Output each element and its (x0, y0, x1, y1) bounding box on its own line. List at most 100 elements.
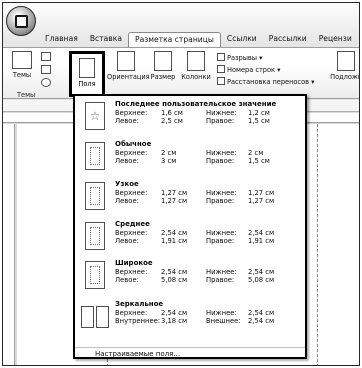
preset-bottom-label: Нижнее: (206, 109, 237, 117)
preset-name: Среднее (115, 220, 150, 228)
preset-name: Зеркальное (115, 300, 164, 308)
watermark-label: Подложк (330, 73, 360, 81)
preset-left-value: 3 см (161, 157, 177, 165)
preset-top-value: 2 см (161, 149, 177, 157)
title-bar: Главная Вставка Разметка страницы Ссылки… (3, 3, 359, 48)
theme-fonts-button[interactable] (41, 65, 51, 74)
preset-top-value: 1,6 см (161, 109, 183, 117)
preset-right-value: 1,91 см (248, 237, 275, 245)
preset-top-value: 2,54 см (161, 309, 188, 317)
margin-preset-item[interactable]: Среднее Верхнее: 2,54 см Нижнее: 2,54 см Лево… (75, 220, 305, 260)
preset-bottom-value: 1,27 см (248, 189, 275, 197)
preset-right-value: 1,5 см (248, 117, 270, 125)
ribbon-tabs: Главная Вставка Разметка страницы Ссылки… (39, 32, 358, 48)
preset-right-label: Внешнее: (206, 317, 241, 325)
size-icon (154, 51, 172, 71)
preset-name: Обычное (115, 140, 152, 148)
preset-bottom-value: 2 см (248, 149, 264, 157)
margins-label: Поля (78, 80, 96, 88)
hyphenation-icon (217, 77, 225, 85)
margin-preset-item[interactable]: Зеркальное Верхнее: 2,54 см Нижнее: 2,54 см В… (75, 300, 305, 340)
preset-name: Широкое (115, 259, 153, 267)
custom-margins-button[interactable]: Настраиваемые поля... (95, 350, 180, 358)
preset-top-label: Верхнее: (115, 189, 148, 197)
tab-mailings[interactable]: Рассылки (263, 32, 313, 47)
office-button[interactable] (6, 6, 36, 36)
preset-top-label: Верхнее: (115, 149, 148, 157)
preset-name: Последнее пользовательское значение (115, 100, 277, 108)
size-button[interactable]: Размер (148, 51, 178, 81)
theme-effects-button[interactable] (41, 78, 51, 87)
star-page-icon: ☆ (85, 102, 105, 130)
preset-bottom-label: Нижнее: (206, 268, 237, 276)
tab-page-layout[interactable]: Разметка страницы (128, 32, 221, 47)
orientation-button[interactable]: Ориентация (107, 51, 150, 81)
preset-bottom-label: Нижнее: (206, 189, 237, 197)
margin-guide (317, 124, 318, 365)
preset-top-label: Верхнее: (115, 268, 148, 276)
line-numbers-icon (217, 65, 225, 73)
preset-left-value: 1,27 см (161, 197, 188, 205)
preset-right-label: Правое: (206, 237, 235, 245)
tab-review[interactable]: Рецензи (313, 32, 358, 47)
watermark-button[interactable]: Подложк (329, 51, 360, 81)
margins-button[interactable]: Поля (69, 51, 105, 97)
preset-right-label: Правое: (206, 276, 235, 284)
hyphenation-label: Расстановка переносов ▾ (227, 78, 315, 86)
page-icon (85, 261, 105, 289)
preset-bottom-value: 1,2 см (248, 109, 270, 117)
tab-home[interactable]: Главная (39, 32, 84, 47)
preset-right-value: 2,54 см (248, 317, 275, 325)
breaks-button[interactable]: Разрывы ▾ (217, 53, 262, 62)
margin-preset-item[interactable]: Узкое Верхнее: 1,27 см Нижнее: 1,27 см Левое:… (75, 180, 305, 220)
margins-dropdown: ☆ Последнее пользовательское значение Верх… (73, 94, 307, 359)
margins-icon (79, 58, 95, 78)
preset-left-label: Левое: (115, 117, 139, 125)
preset-bottom-value: 2,54 см (248, 268, 275, 276)
breaks-icon (217, 53, 225, 61)
theme-colors-button[interactable] (41, 52, 51, 61)
preset-left-label: Внутреннее: (115, 317, 161, 325)
preset-right-label: Правое: (206, 117, 235, 125)
office-logo-icon (15, 15, 28, 28)
preset-left-value: 5,08 см (161, 276, 188, 284)
preset-right-label: Правое: (206, 157, 235, 165)
columns-icon (187, 51, 205, 71)
page-icon (85, 182, 105, 210)
preset-top-label: Верхнее: (115, 309, 148, 317)
margin-preset-item[interactable]: ☆ Последнее пользовательское значение Верх… (75, 100, 305, 140)
themes-icon (12, 51, 32, 69)
preset-top-label: Верхнее: (115, 109, 148, 117)
ribbon: Темы Темы Поля Ориентация Размер Колонки (3, 47, 359, 99)
preset-bottom-value: 2,54 см (248, 229, 275, 237)
themes-label: Темы (12, 71, 32, 79)
preset-top-value: 2,54 см (161, 229, 188, 237)
theme-colors-icon (41, 52, 51, 61)
preset-top-value: 2,54 см (161, 268, 188, 276)
hyphenation-button[interactable]: Расстановка переносов ▾ (217, 77, 314, 86)
preset-left-value: 3,18 см (161, 317, 188, 325)
margin-preset-item[interactable]: Широкое Верхнее: 2,54 см Нижнее: 2,54 см Лево… (75, 259, 305, 299)
tab-insert[interactable]: Вставка (84, 32, 128, 47)
preset-left-label: Левое: (115, 237, 139, 245)
preset-name: Узкое (115, 180, 139, 188)
group-themes-label: Темы (17, 91, 36, 99)
preset-right-label: Правое: (206, 197, 235, 205)
theme-fonts-icon (41, 65, 51, 74)
watermark-icon (337, 51, 355, 71)
preset-bottom-label: Нижнее: (206, 149, 237, 157)
preset-left-label: Левое: (115, 276, 139, 284)
columns-button[interactable]: Колонки (179, 51, 213, 81)
themes-button[interactable]: Темы (7, 51, 37, 79)
line-numbers-label: Номера строк ▾ (227, 66, 281, 74)
preset-bottom-label: Нижнее: (206, 309, 237, 317)
line-numbers-button[interactable]: Номера строк ▾ (217, 65, 280, 74)
margin-preset-item[interactable]: Обычное Верхнее: 2 см Нижнее: 2 см Левое: 3 см… (75, 140, 305, 180)
columns-label: Колонки (181, 73, 211, 81)
tab-references[interactable]: Ссылки (221, 32, 263, 47)
preset-right-value: 1,27 см (248, 197, 275, 205)
vertical-ruler[interactable] (3, 124, 15, 365)
preset-left-value: 1,91 см (161, 237, 188, 245)
page-icon (85, 142, 105, 170)
orientation-icon (117, 51, 135, 71)
